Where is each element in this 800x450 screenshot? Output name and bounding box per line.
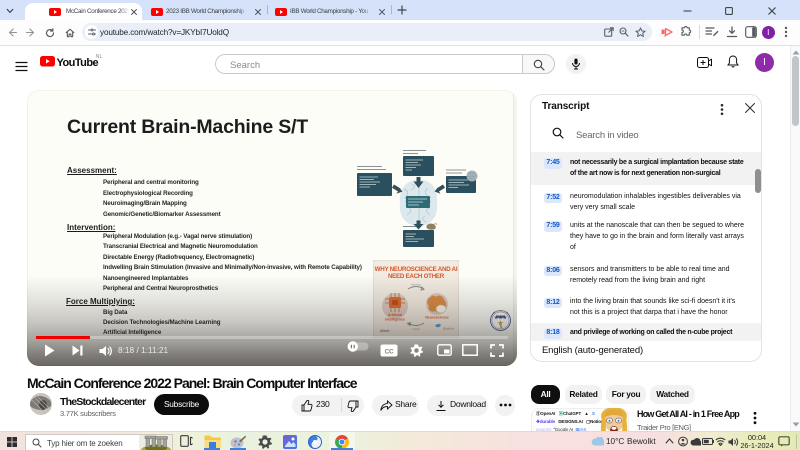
svg-text:CC: CC (385, 348, 394, 355)
